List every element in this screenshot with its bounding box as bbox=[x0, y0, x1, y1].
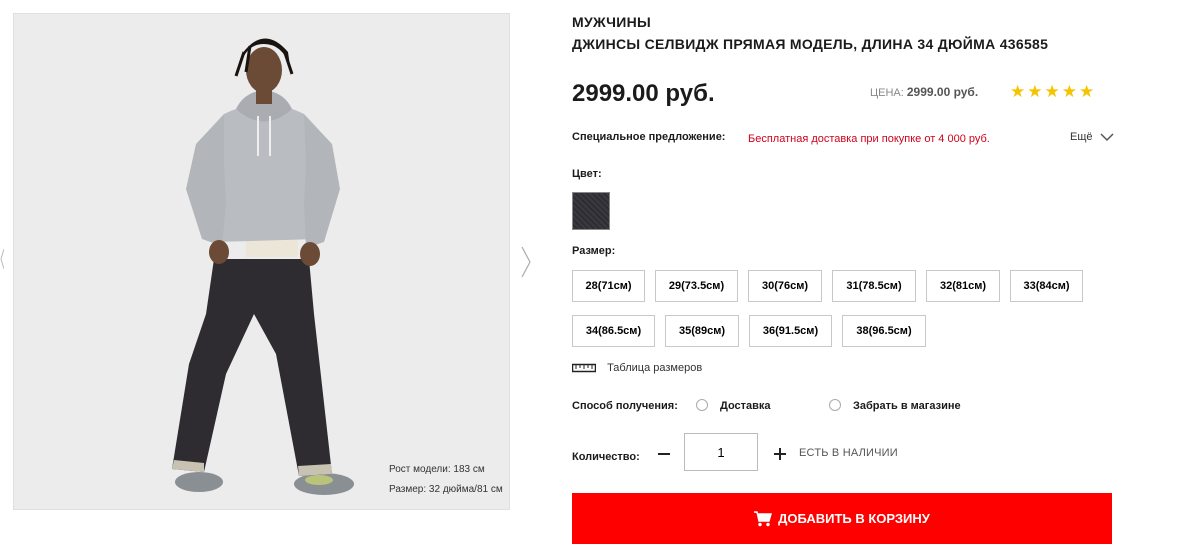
model-size-caption: Размер: 32 дюйма/81 см bbox=[389, 484, 503, 495]
ruler-icon bbox=[571, 363, 597, 373]
size-option[interactable]: 31(78.5см) bbox=[832, 270, 916, 302]
size-option[interactable]: 36(91.5см) bbox=[749, 315, 832, 347]
size-option[interactable]: 32(81см) bbox=[926, 270, 1000, 302]
size-option[interactable]: 33(84см) bbox=[1010, 270, 1083, 302]
size-option[interactable]: 35(89см) bbox=[665, 315, 739, 347]
quantity-decrease-button[interactable] bbox=[656, 444, 672, 464]
delivery-method-label: Способ получения: bbox=[572, 400, 678, 412]
price-value: 2999.00 руб. bbox=[906, 85, 979, 99]
add-to-cart-button[interactable]: ДОБАВИТЬ В КОРЗИНУ bbox=[572, 493, 1112, 544]
model-illustration bbox=[172, 38, 354, 495]
special-offer-label: Специальное предложение: bbox=[572, 131, 726, 143]
model-height-caption: Рост модели: 183 см bbox=[389, 464, 485, 475]
quantity-input[interactable] bbox=[684, 433, 758, 471]
size-chart-label: Таблица размеров bbox=[607, 362, 703, 374]
rating-stars[interactable]: ★★★★★ bbox=[1010, 82, 1096, 102]
quantity-label: Количество: bbox=[572, 451, 640, 463]
price-label: ЦЕНА: bbox=[870, 87, 904, 99]
color-label: Цвет: bbox=[572, 168, 602, 180]
size-option[interactable]: 34(86.5см) bbox=[572, 315, 655, 347]
more-offers-button[interactable]: Ещё bbox=[1070, 131, 1114, 143]
size-label: Размер: bbox=[572, 245, 616, 257]
size-option[interactable]: 28(71см) bbox=[572, 270, 645, 302]
delivery-radio[interactable] bbox=[696, 399, 708, 411]
cart-icon bbox=[754, 510, 773, 526]
stock-status: ЕСТЬ В НАЛИЧИИ bbox=[799, 447, 898, 459]
chevron-right-icon bbox=[521, 246, 531, 278]
size-chart-link[interactable]: Таблица размеров bbox=[571, 362, 703, 374]
add-to-cart-label: ДОБАВИТЬ В КОРЗИНУ bbox=[778, 511, 930, 526]
delivery-option-label[interactable]: Доставка bbox=[720, 400, 771, 412]
product-category: МУЖЧИНЫ bbox=[572, 14, 652, 30]
size-option[interactable]: 38(96.5см) bbox=[842, 315, 926, 347]
pickup-radio[interactable] bbox=[829, 399, 841, 411]
price-summary: ЦЕНА: 2999.00 руб. bbox=[870, 85, 978, 99]
product-image: Рост модели: 183 см Размер: 32 дюйма/81 … bbox=[13, 13, 510, 510]
prev-image-arrow[interactable] bbox=[0, 244, 5, 274]
product-title: ДЖИНСЫ СЕЛВИДЖ ПРЯМАЯ МОДЕЛЬ, ДЛИНА 34 Д… bbox=[572, 36, 1049, 52]
next-image-arrow[interactable] bbox=[518, 244, 534, 280]
pickup-option-label[interactable]: Забрать в магазине bbox=[853, 400, 961, 412]
chevron-down-icon bbox=[1100, 133, 1114, 141]
special-offer-text: Бесплатная доставка при покупке от 4 000… bbox=[748, 133, 990, 145]
size-option[interactable]: 30(76см) bbox=[748, 270, 822, 302]
size-option[interactable]: 29(73.5см) bbox=[655, 270, 738, 302]
product-price: 2999.00 руб. bbox=[572, 80, 715, 107]
more-offers-label: Ещё bbox=[1070, 131, 1093, 143]
quantity-increase-button[interactable] bbox=[772, 444, 788, 464]
color-swatch[interactable] bbox=[572, 192, 610, 230]
